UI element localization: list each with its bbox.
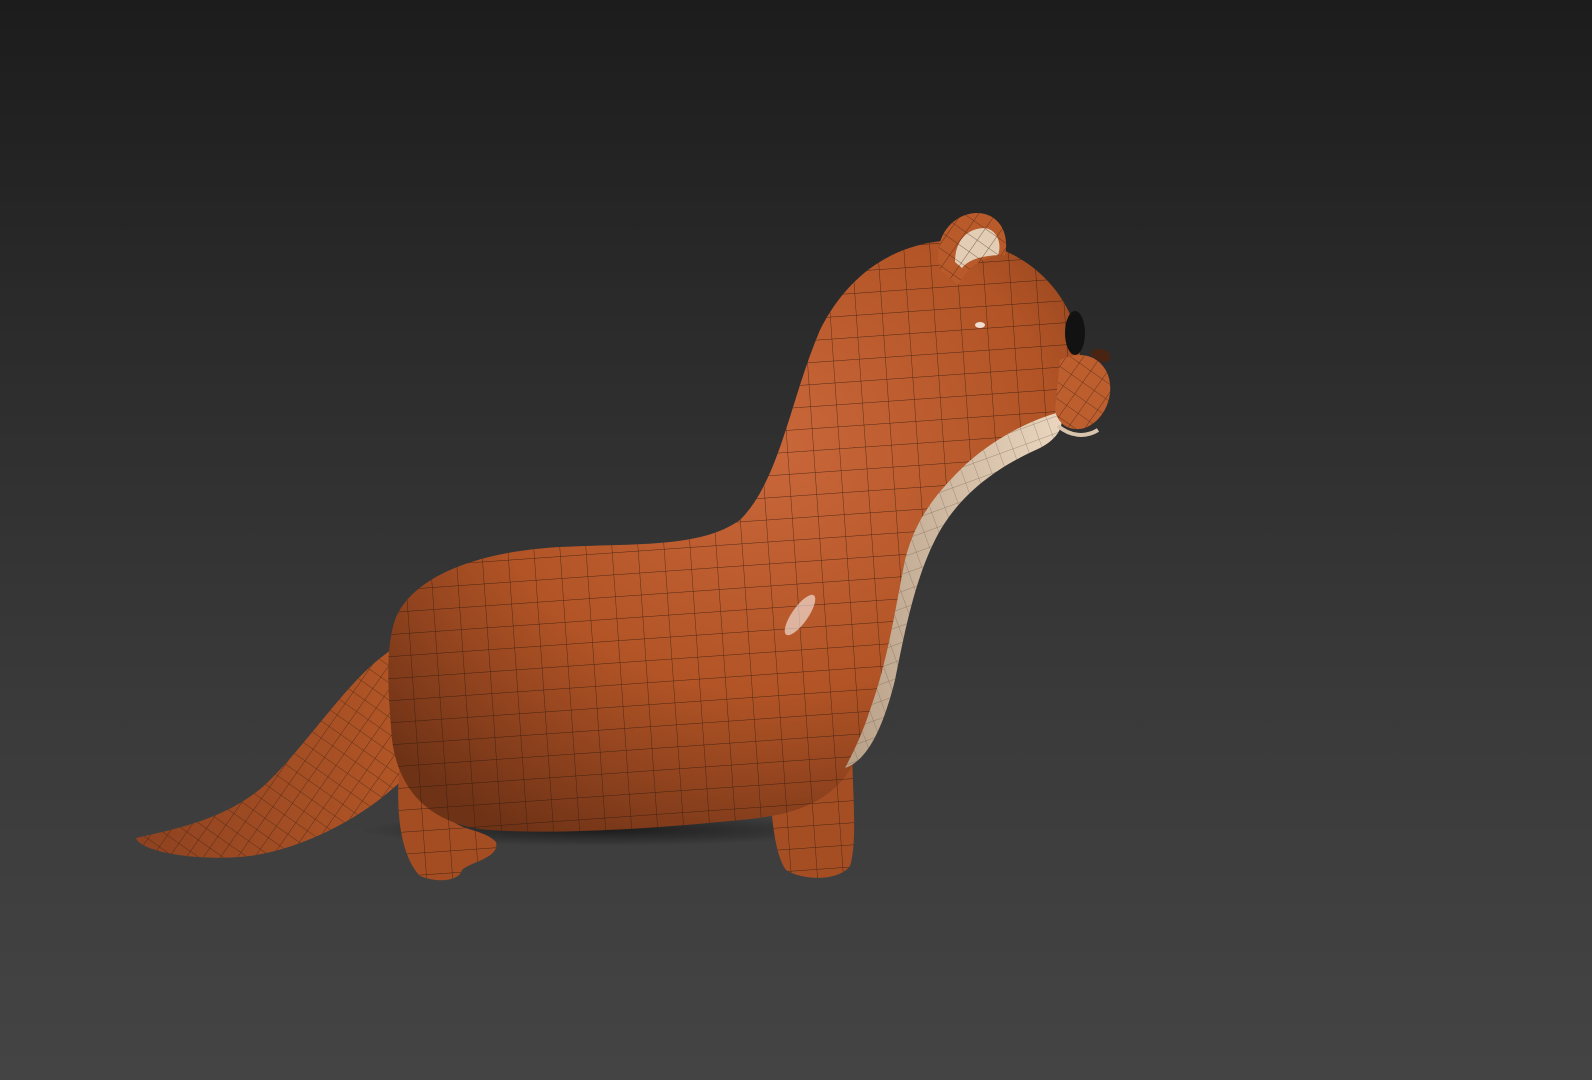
- snout: [1055, 355, 1111, 437]
- eye: [1065, 311, 1085, 355]
- body: [388, 240, 1080, 832]
- 3d-viewport[interactable]: [0, 0, 1592, 1080]
- model-render: [136, 212, 1111, 881]
- head-highlight: [975, 322, 985, 328]
